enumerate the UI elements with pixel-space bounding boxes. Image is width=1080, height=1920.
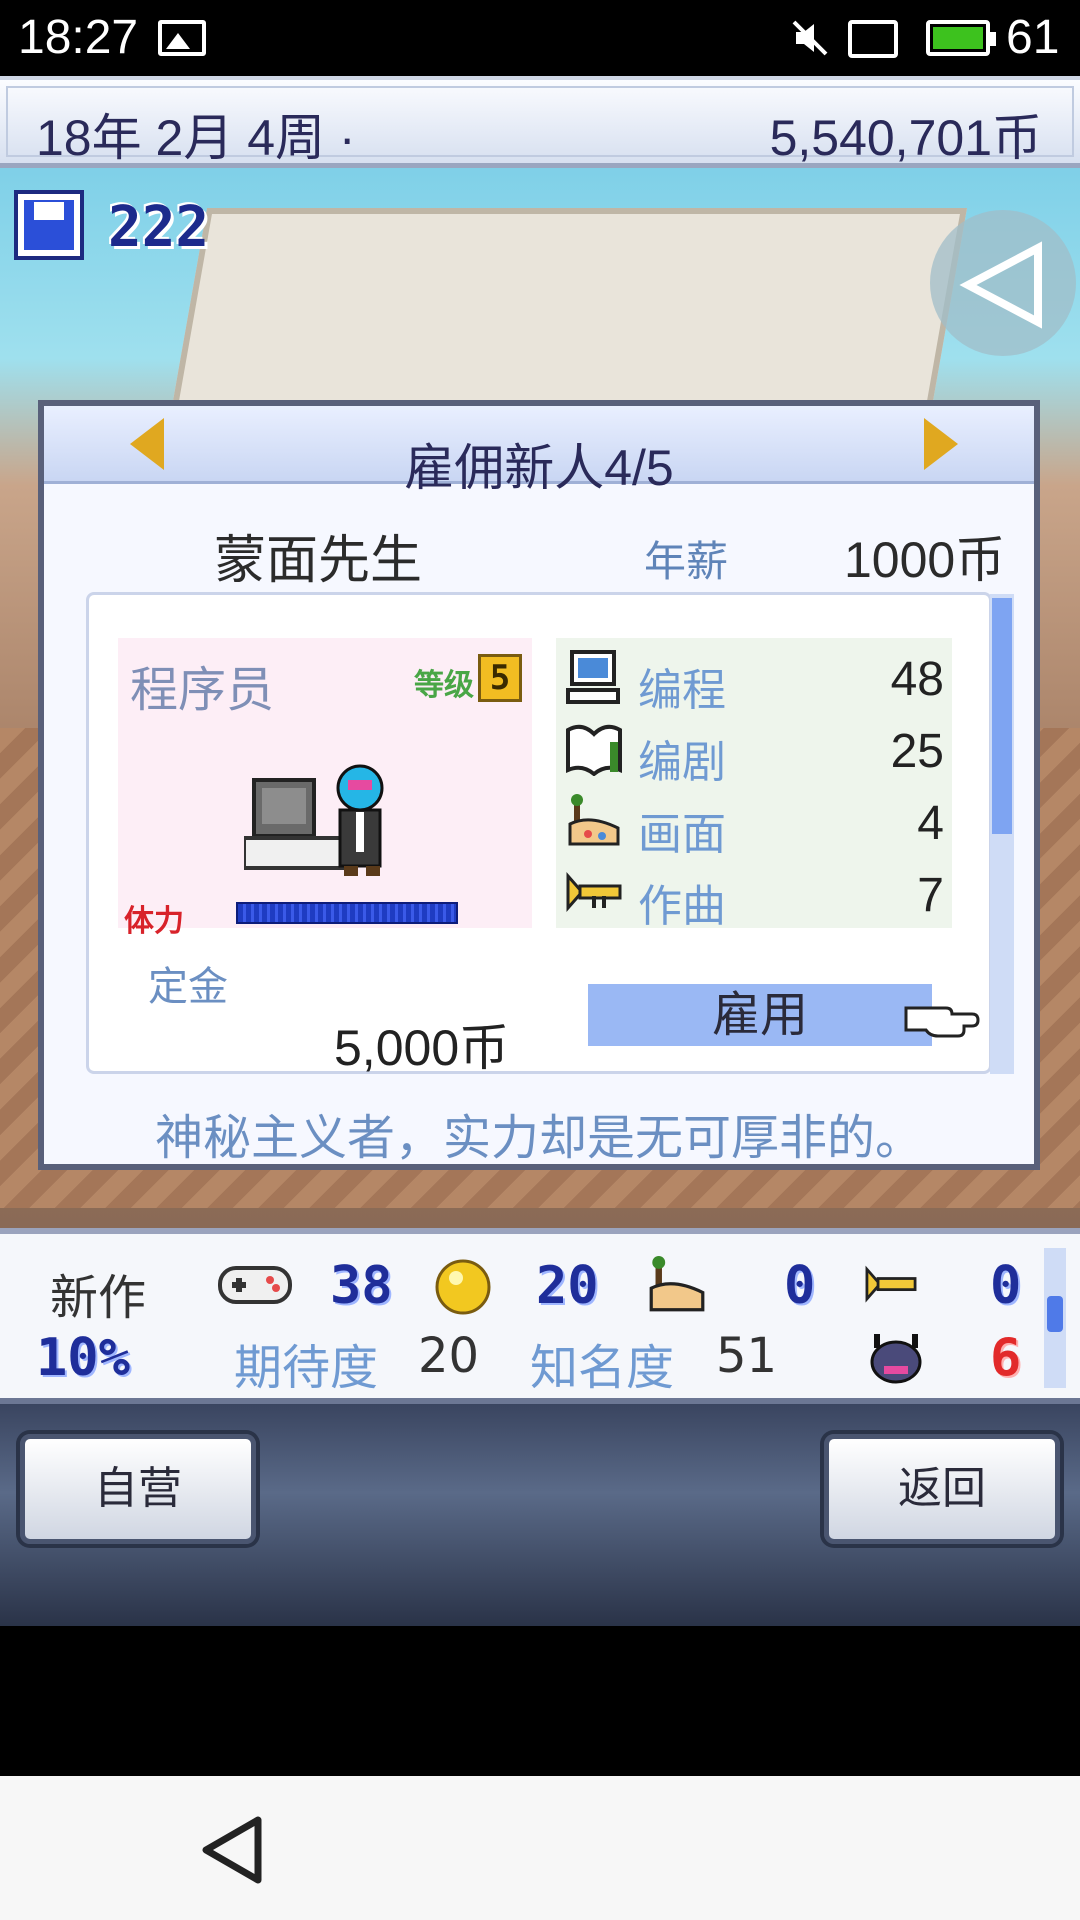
letterbox [0, 1626, 1080, 1776]
stamina-label: 体力 [124, 904, 184, 939]
stat-row-scenario: 编剧 25 [556, 714, 952, 788]
stat-row-sound: 作曲 7 [556, 858, 952, 932]
status-bar-scrollbar[interactable] [1044, 1248, 1066, 1388]
expectation-label: 期待度 [234, 1340, 379, 1396]
funds: 5,540,701币 [769, 110, 1042, 166]
expectation-value: 20 [418, 1328, 480, 1384]
game-date: 18年 2月 4周 · [36, 110, 356, 166]
palette-icon [649, 1256, 705, 1312]
stat-fun: 38 [330, 1256, 393, 1316]
floppy-disk-icon[interactable] [14, 190, 84, 260]
stat-label: 编程 [638, 665, 726, 716]
stat-value: 4 [917, 797, 944, 850]
hire-dialog: 雇佣新人4/5 蒙面先生 年薪 1000币 程序员 等级 5 体力 编程 48 … [38, 400, 1040, 1170]
stat-creativity: 20 [536, 1256, 599, 1316]
stat-label: 画面 [638, 809, 726, 860]
level-badge: 5 [478, 654, 522, 702]
screen-icon [848, 20, 898, 58]
battery-icon [926, 20, 996, 56]
stamina-bar [236, 902, 458, 924]
dialog-title: 雇佣新人4/5 [404, 440, 674, 496]
skill-stats: 编程 48 编剧 25 画面 4 作曲 7 [556, 638, 952, 932]
stat-value: 48 [890, 653, 944, 706]
self-run-button[interactable]: 自营 [20, 1434, 256, 1544]
masked-man-sprite-icon [244, 764, 384, 876]
trumpet-icon [566, 872, 622, 912]
deposit-value: 5,000币 [334, 1020, 510, 1076]
scene-arrow-button[interactable] [930, 210, 1076, 356]
level-label: 等级 [414, 668, 474, 703]
candidate-description: 神秘主义者，实力却是无可厚非的。 [154, 1110, 923, 1166]
image-notification-icon [158, 20, 206, 56]
stat-sound: 0 [990, 1256, 1022, 1316]
back-triangle-icon[interactable] [200, 1814, 264, 1886]
status-time: 18:27 [18, 11, 139, 64]
controller-icon [218, 1266, 292, 1304]
stat-value: 7 [917, 869, 944, 922]
stat-label: 编剧 [638, 737, 726, 788]
hire-button[interactable]: 雇用 [588, 984, 932, 1046]
development-progress: 10% [36, 1328, 130, 1388]
stat-label: 作曲 [638, 881, 726, 932]
status-bar: 18:27 61 [0, 0, 1080, 76]
new-game-label: 新作 [50, 1270, 147, 1326]
command-area: 自营 返回 [0, 1404, 1080, 1626]
stat-row-graphics: 画面 4 [556, 786, 952, 860]
bug-monster-icon [870, 1334, 922, 1384]
salary-value: 1000币 [844, 532, 1006, 588]
book-icon [566, 724, 622, 776]
project-status-bar[interactable]: 新作 38 20 0 0 10% 期待度 20 知名度 51 6 [0, 1228, 1080, 1404]
save-count: 222 [108, 195, 210, 260]
gold-orb-icon [435, 1259, 491, 1315]
panel-scrollbar[interactable] [990, 594, 1014, 1074]
salary-label: 年薪 [644, 537, 729, 586]
candidate-name: 蒙面先生 [214, 531, 423, 591]
info-bar: 18年 2月 4周 · 5,540,701币 [0, 76, 1080, 168]
computer-icon [566, 650, 620, 704]
stat-graphics: 0 [784, 1256, 816, 1316]
trumpet-icon [865, 1265, 917, 1303]
bug-count: 6 [990, 1328, 1022, 1388]
stat-row-programming: 编程 48 [556, 642, 952, 716]
left-arrow-icon [959, 241, 1042, 329]
dialog-title-bar: 雇佣新人4/5 [44, 406, 1034, 496]
job-title: 程序员 [130, 662, 275, 718]
fame-value: 51 [716, 1328, 778, 1384]
deposit-label: 定金 [148, 964, 228, 1010]
palette-icon [568, 794, 620, 846]
pointing-hand-icon [904, 1006, 980, 1038]
next-candidate-icon[interactable] [924, 418, 958, 470]
fame-label: 知名度 [530, 1340, 675, 1396]
back-button[interactable]: 返回 [824, 1434, 1060, 1544]
stat-value: 25 [890, 725, 944, 778]
candidate-card: 程序员 等级 5 体力 [118, 638, 532, 939]
mute-icon [792, 20, 828, 56]
battery-level: 61 [1006, 11, 1060, 64]
navigation-bar [0, 1776, 1080, 1920]
